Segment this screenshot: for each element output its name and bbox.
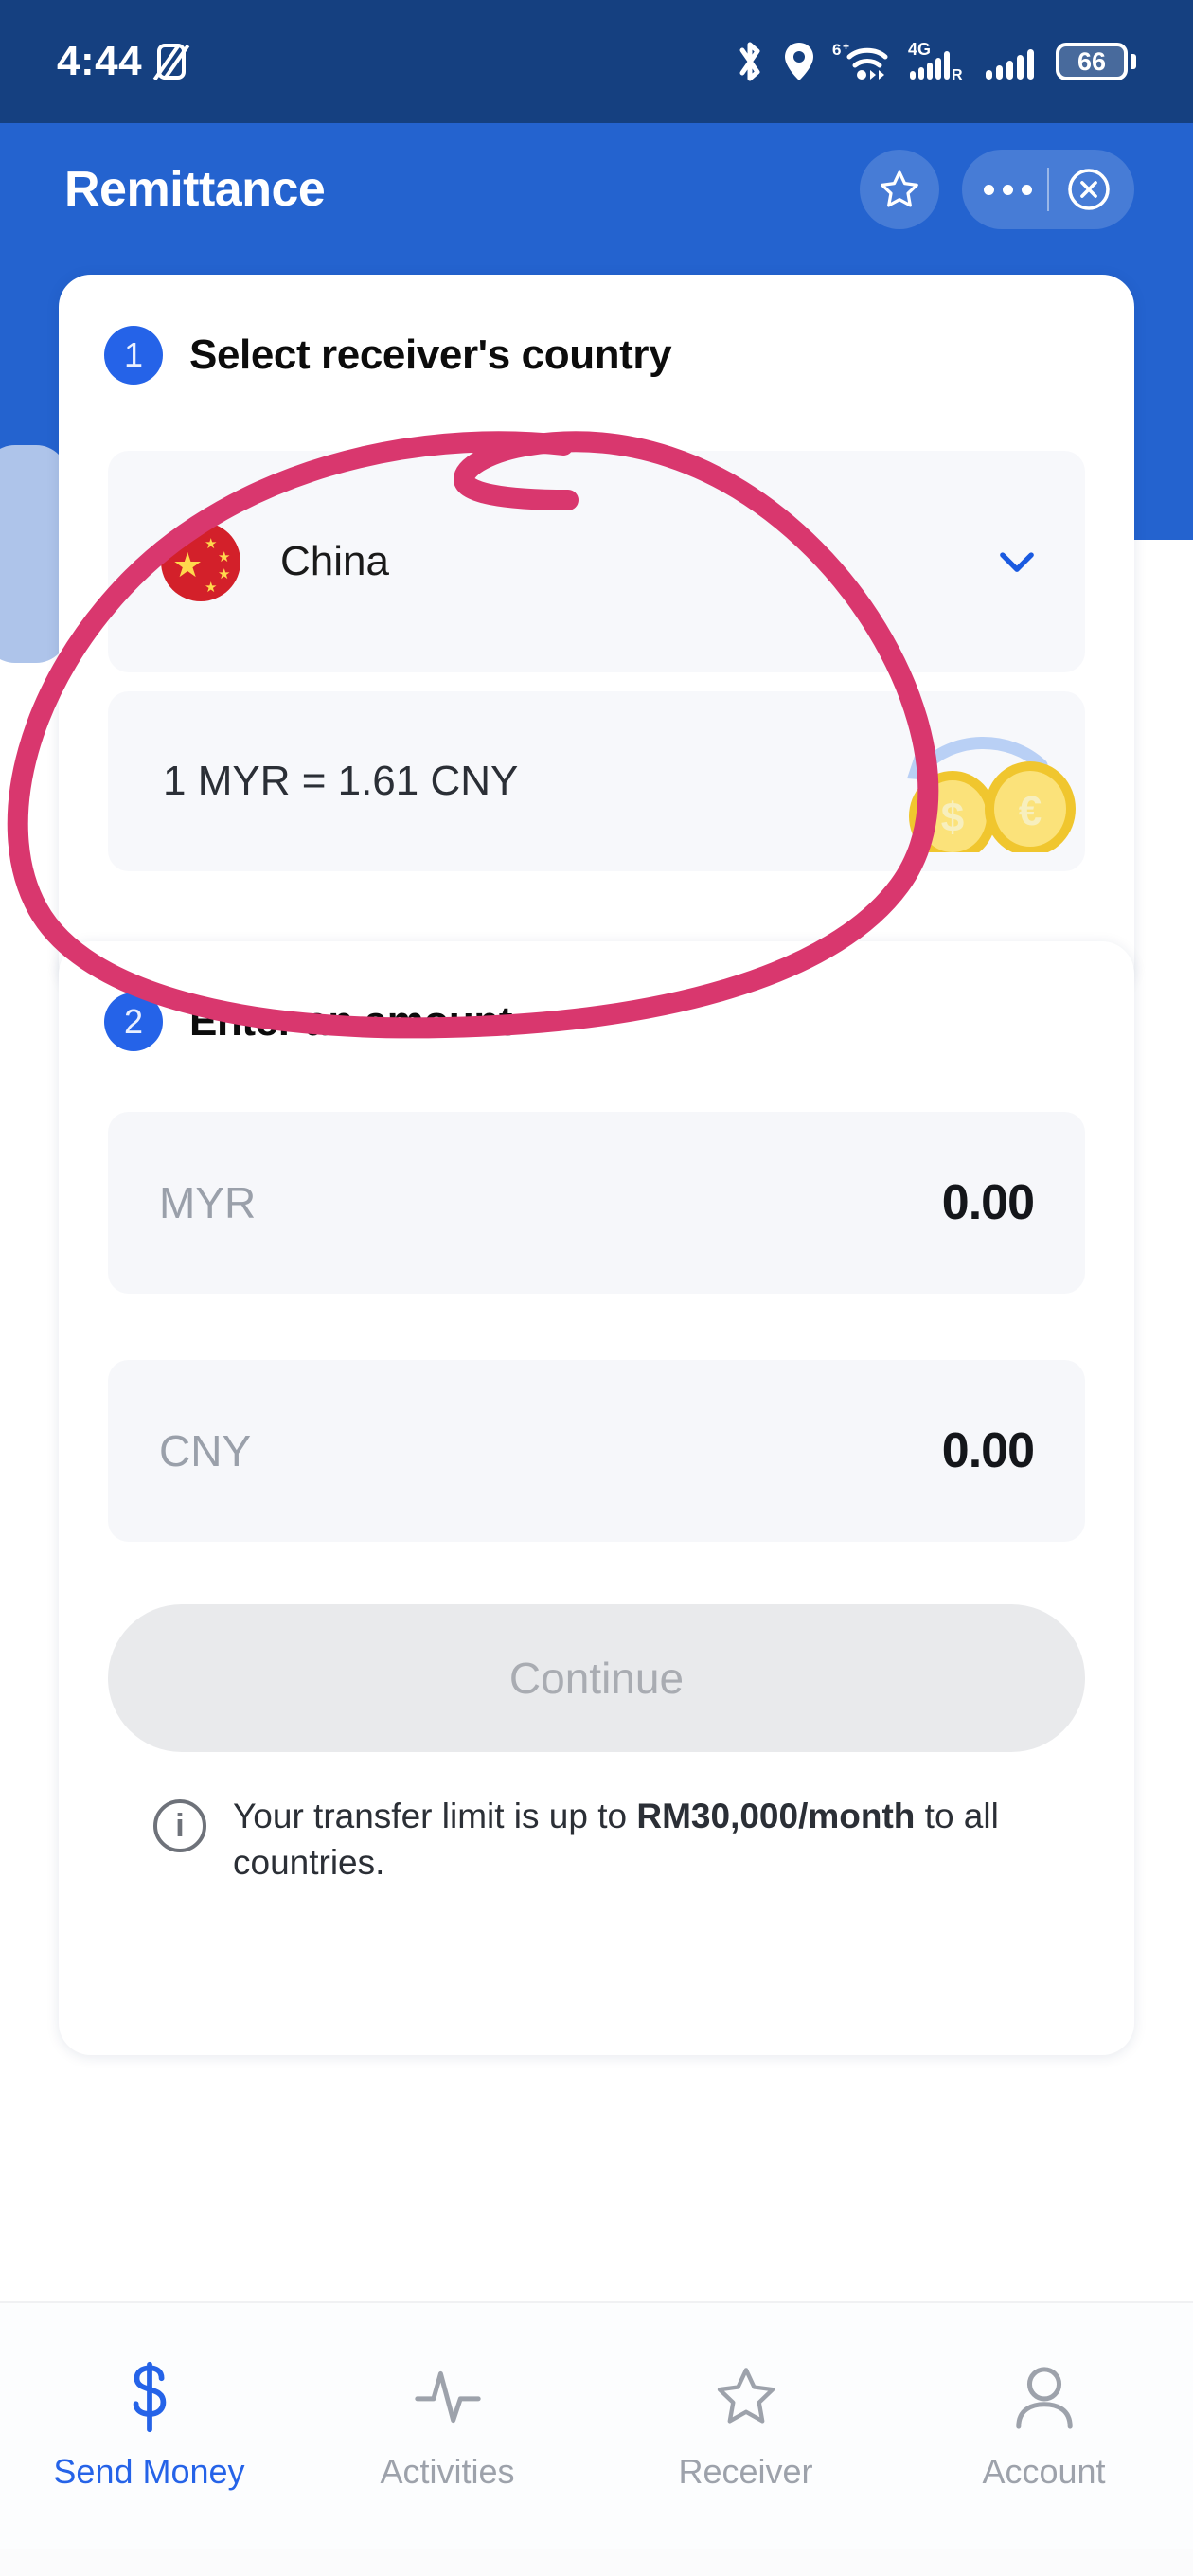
tab-label-account: Account bbox=[982, 2452, 1106, 2491]
wifi-icon: 6 + bbox=[832, 40, 888, 80]
bluetooth-icon bbox=[739, 42, 760, 81]
currency-label-cny: CNY bbox=[159, 1426, 252, 1476]
nfc-icon bbox=[157, 44, 187, 80]
amount-input-cny[interactable]: CNY 0.00 bbox=[108, 1360, 1085, 1542]
status-bar: 4:44 6 + 4G R 66 bbox=[0, 0, 1193, 123]
svg-text:4G: 4G bbox=[908, 40, 931, 59]
step-two-title: Enter an amount bbox=[189, 998, 513, 1045]
svg-text:€: € bbox=[1019, 788, 1042, 834]
person-icon bbox=[1013, 2363, 1076, 2431]
tab-label-activities: Activities bbox=[380, 2452, 515, 2491]
continue-button-label: Continue bbox=[508, 1654, 685, 1703]
svg-text:6: 6 bbox=[832, 41, 841, 59]
info-circle-icon: i bbox=[153, 1799, 206, 1852]
selected-country-label: China bbox=[280, 538, 389, 584]
dollar-sign-icon bbox=[124, 2361, 175, 2433]
tab-account[interactable]: Account bbox=[895, 2303, 1193, 2551]
tab-label-send-money: Send Money bbox=[53, 2452, 245, 2491]
signal-4g-icon: 4G R bbox=[908, 40, 963, 83]
amount-input-myr[interactable]: MYR 0.00 bbox=[108, 1112, 1085, 1294]
status-clock: 4:44 bbox=[57, 38, 143, 84]
limit-text-before: Your transfer limit is up to bbox=[233, 1797, 637, 1835]
transfer-limit-note: i Your transfer limit is up to RM30,000/… bbox=[153, 1794, 1081, 1887]
currency-label-myr: MYR bbox=[159, 1178, 257, 1227]
amount-value-cny: 0.00 bbox=[941, 1423, 1035, 1478]
step-one-header: 1 Select receiver's country bbox=[59, 275, 1134, 385]
tab-activities[interactable]: Activities bbox=[298, 2303, 596, 2551]
main-content: 1 Select receiver's country ★ ★ ★ ★ ★ China … bbox=[0, 123, 1193, 2576]
pulse-icon bbox=[414, 2363, 482, 2431]
step-one-title: Select receiver's country bbox=[189, 331, 672, 378]
step-two-header: 2 Enter an amount bbox=[59, 941, 1134, 1051]
battery-icon: 66 bbox=[1056, 43, 1136, 80]
step-one-badge: 1 bbox=[104, 326, 163, 385]
chevron-down-icon[interactable] bbox=[990, 535, 1043, 588]
tab-send-money[interactable]: Send Money bbox=[0, 2303, 298, 2551]
star-outline-icon bbox=[713, 2363, 779, 2431]
exchange-rate-label: 1 MYR = 1.61 CNY bbox=[163, 758, 519, 804]
select-country-card: 1 Select receiver's country ★ ★ ★ ★ ★ China … bbox=[59, 275, 1134, 994]
transfer-limit-text: Your transfer limit is up to RM30,000/mo… bbox=[233, 1794, 1081, 1887]
country-selector[interactable]: ★ ★ ★ ★ ★ China bbox=[108, 451, 1085, 672]
battery-percent-label: 66 bbox=[1077, 46, 1107, 76]
currency-exchange-coins-icon: $ € bbox=[886, 710, 1085, 862]
amount-value-myr: 0.00 bbox=[941, 1175, 1035, 1230]
exchange-rate-row: 1 MYR = 1.61 CNY $ € bbox=[108, 691, 1085, 871]
svg-text:+: + bbox=[843, 40, 849, 53]
svg-text:R: R bbox=[952, 67, 963, 83]
info-glyph: i bbox=[175, 1808, 185, 1844]
signal-bars-icon bbox=[986, 49, 1034, 80]
android-nav-bar bbox=[0, 2549, 1193, 2576]
step-two-badge: 2 bbox=[104, 993, 163, 1051]
tab-label-receiver: Receiver bbox=[678, 2452, 813, 2491]
location-pin-icon bbox=[785, 43, 813, 80]
continue-button[interactable]: Continue bbox=[108, 1604, 1085, 1752]
bottom-tab-bar: Send Money Activities Receiver Account bbox=[0, 2301, 1193, 2551]
status-bar-right: 6 + 4G R 66 bbox=[734, 40, 1136, 83]
status-bar-left: 4:44 bbox=[57, 38, 187, 84]
enter-amount-card: 2 Enter an amount MYR 0.00 CNY 0.00 Cont… bbox=[59, 941, 1134, 2055]
limit-amount: RM30,000/month bbox=[636, 1797, 916, 1835]
phone-screen: 4:44 6 + 4G R 66 Remittance 1 Select rec… bbox=[0, 0, 1193, 2576]
flag-china-icon: ★ ★ ★ ★ ★ bbox=[161, 522, 240, 601]
tab-receiver[interactable]: Receiver bbox=[596, 2303, 895, 2551]
svg-text:$: $ bbox=[941, 795, 964, 841]
